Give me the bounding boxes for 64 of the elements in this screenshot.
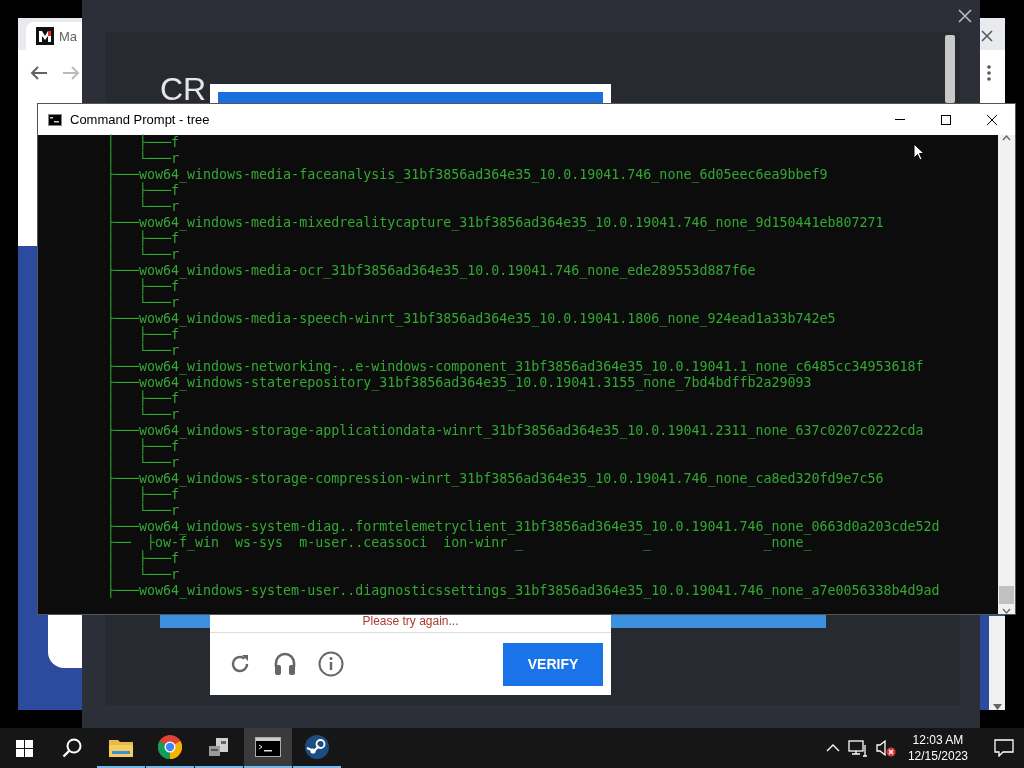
- terminal-icon: [255, 737, 281, 757]
- terminal-line: │ ├───f: [107, 327, 180, 342]
- verify-button[interactable]: VERIFY: [503, 642, 603, 686]
- terminal-line: │ ├───f: [107, 439, 180, 454]
- taskbar-button[interactable]: [244, 728, 292, 768]
- terminal-line: ├───wow64_windows-staterepository_31bf3856ad364e35_10.0.19041.3155_none_7bd4bdffb2a29093: [107, 375, 812, 391]
- heading: CR: [160, 76, 207, 102]
- tab-title: Ma: [59, 28, 78, 44]
- folder-icon: [109, 737, 133, 757]
- terminal-line: │ └───r: [107, 295, 180, 310]
- search-icon: [62, 738, 82, 758]
- terminal-line: ├───wow64_windows-media-ocr_31bf3856ad364e35_10.0.19041.746_none_ede289553d887f6e: [107, 263, 756, 279]
- clock-time[interactable]: 12:03 AM: [907, 732, 968, 748]
- terminal-line: │ └───r: [107, 503, 180, 518]
- terminal-line: │ └───r: [107, 343, 180, 358]
- terminal-line: │ └───r: [107, 455, 180, 470]
- terminal-line: │ └───r: [107, 247, 180, 262]
- menu-icon[interactable]: [987, 65, 991, 81]
- terminal-line: ├───wow64_windows-system-diag..formtelemetryclient_31bf3856ad364e35_10.0.19041.746_none_0663d0a203cde52d: [107, 519, 940, 535]
- terminal-line: ├───wow64_windows-media-speech-winrt_31bf3856ad364e35_10.0.19041.1806_none_924ead1a33b742e5: [107, 311, 836, 327]
- terminal-line: │ ├───f: [107, 391, 180, 406]
- back-arrow-icon[interactable]: [30, 65, 48, 81]
- scrollbar-thumb[interactable]: [945, 35, 955, 103]
- info-icon[interactable]: [318, 651, 344, 677]
- maximize-icon: [941, 114, 951, 125]
- scroll-down-icon[interactable]: [1002, 608, 1011, 614]
- muted-speaker-icon[interactable]: [875, 739, 896, 757]
- package-icon: [207, 736, 231, 758]
- terminal-line: │ ├───f: [107, 279, 180, 294]
- minimize-icon: [895, 119, 905, 120]
- round-logo-icon: [305, 735, 329, 759]
- mouse-pointer-icon: [913, 143, 925, 161]
- terminal-line: │ └───r: [107, 199, 180, 214]
- clock-date[interactable]: 12/15/2023: [907, 748, 968, 764]
- network-icon[interactable]: [847, 739, 868, 757]
- scroll-down-icon[interactable]: [992, 704, 1002, 710]
- browser-icon: [158, 735, 182, 759]
- terminal-icon: [48, 113, 62, 126]
- caret-up-icon[interactable]: [825, 744, 840, 752]
- windows-start-icon: [15, 739, 33, 757]
- notification-icon[interactable]: [994, 739, 1014, 757]
- close-icon[interactable]: [958, 9, 972, 23]
- terminal-line: ├───wow64_windows-media-faceanalysis_31bf3856ad364e35_10.0.19041.746_none_6d05eec6ea9bbef9: [107, 167, 828, 183]
- window-title: Command Prompt - tree: [70, 112, 211, 127]
- close-icon: [987, 114, 997, 125]
- terminal-line: │ ├───f: [107, 135, 180, 150]
- terminal-line: ├───wow64_windows-networking-..e-windows-component_31bf3856ad364e35_10.0.19041.1_none_c6485cc34953618f: [107, 359, 924, 375]
- logo-icon: [36, 27, 54, 45]
- terminal-line: ├───wow64_windows-storage-applicationdata-winrt_31bf3856ad364e35_10.0.19041.2311_none_637c0207c0222cda: [107, 423, 924, 439]
- terminal-line: │ └───r: [107, 407, 180, 422]
- close-icon[interactable]: [981, 30, 993, 42]
- scrollbar-thumb[interactable]: [999, 586, 1014, 604]
- terminal-line: ├───wow64_windows-storage-compression-winrt_31bf3856ad364e35_10.0.19041.746_none_ca8ed320fd9e7c56: [107, 471, 884, 487]
- terminal-line: │ └───r: [107, 151, 180, 166]
- scroll-up-icon[interactable]: [1002, 135, 1011, 141]
- terminal-line: ├── ├ow-f_win ws-sys m-user..ceassoci ion-winr _ _ _none_: [107, 535, 812, 551]
- terminal-line: │ ├───f: [107, 551, 180, 566]
- terminal-line: │ ├───f: [107, 183, 180, 198]
- headphones-icon[interactable]: [272, 651, 298, 677]
- terminal-line: │ ├───f: [107, 231, 180, 246]
- terminal-line: ├───wow64_windows-system-user..diagnosticssettings_31bf3856ad364e35_10.0.19041.746_none_a7e0056338b4d9ad: [107, 583, 940, 599]
- terminal-line: │ ├───f: [107, 487, 180, 502]
- terminal-line: │ └───r: [107, 567, 180, 582]
- terminal-line: ├───wow64_windows-media-mixedrealitycapture_31bf3856ad364e35_10.0.19041.746_none_9d150441eb807271: [107, 215, 884, 231]
